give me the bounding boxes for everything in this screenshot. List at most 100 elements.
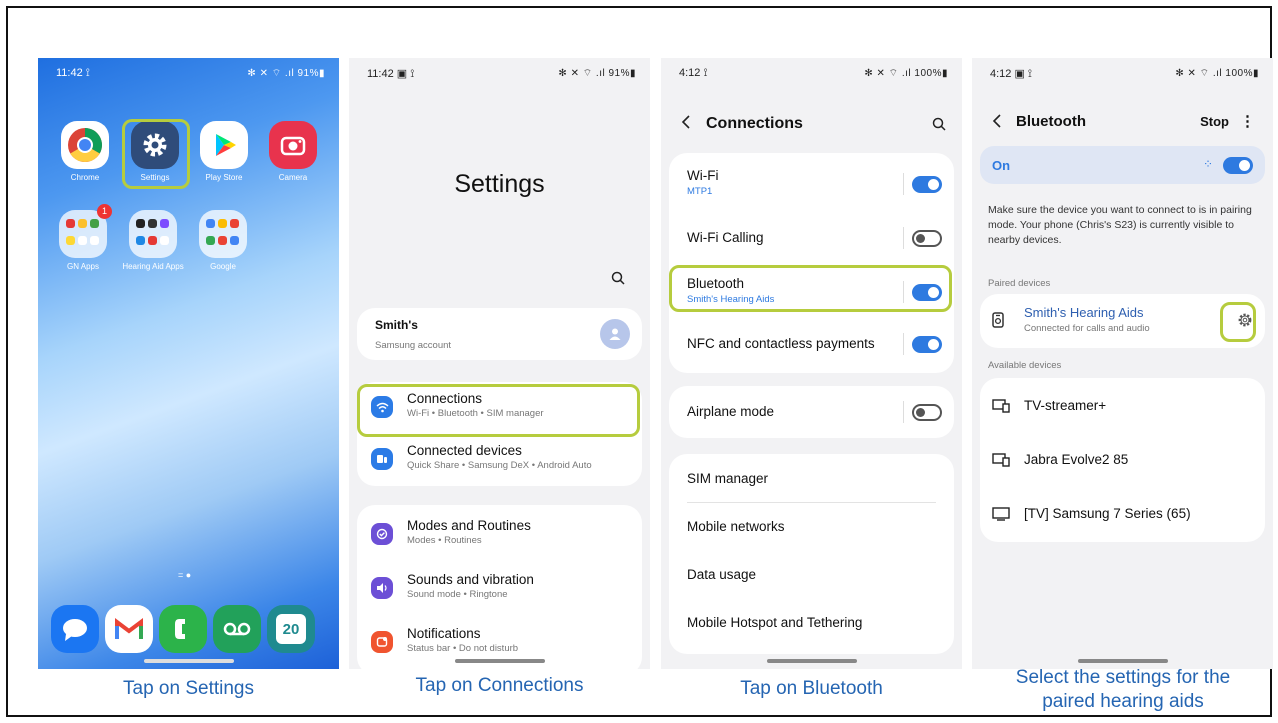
available-devices-header: Available devices: [988, 360, 1062, 371]
row-wifi[interactable]: Wi-Fi MTP1: [669, 159, 954, 209]
calendar-date: 20: [276, 614, 306, 644]
folder-icon: [199, 210, 247, 258]
stop-button[interactable]: Stop: [1200, 114, 1229, 129]
back-icon[interactable]: [992, 113, 1002, 134]
voicemail-icon[interactable]: [213, 605, 261, 653]
row-sim-manager[interactable]: SIM manager: [669, 454, 954, 504]
caption-step-4: Select the settings for the paired heari…: [958, 666, 1278, 714]
row-title: Mobile networks: [687, 519, 785, 534]
connections-group-1: Wi-Fi MTP1 Wi-Fi Calling Bluetooth Smith…: [669, 153, 954, 373]
folder-google[interactable]: Google: [188, 210, 258, 271]
connections-group-2: SIM manager Mobile networks Data usage M…: [669, 454, 954, 654]
row-title: Airplane mode: [687, 404, 775, 419]
home-screen: 11:42 ⟟ ✻ ✕ ⌔ .ıl 91%▮ Chrome Settings P…: [38, 58, 339, 669]
chrome-icon: [61, 121, 109, 169]
account-sub: Samsung account: [375, 340, 452, 351]
row-airplane-mode[interactable]: Airplane mode: [669, 387, 954, 437]
available-device[interactable]: [TV] Samsung 7 Series (65): [980, 488, 1265, 538]
page-title: Bluetooth: [1016, 113, 1086, 130]
phone-icon[interactable]: [159, 605, 207, 653]
available-device[interactable]: TV-streamer+: [980, 380, 1265, 430]
settings-group-modes: Modes and Routines Modes • Routines Sound…: [357, 505, 642, 669]
item-sub: Sound mode • Ringtone: [407, 589, 508, 600]
gmail-icon[interactable]: [105, 605, 153, 653]
search-icon[interactable]: [611, 271, 625, 290]
item-sub: Quick Share • Samsung DeX • Android Auto: [407, 460, 592, 471]
caption-step-3: Tap on Bluetooth: [740, 678, 883, 699]
settings-screen: 11:42 ▣ ⟟ ✻ ✕ ⌔ .ıl 91%▮ Settings Smith'…: [349, 58, 650, 669]
row-title: Wi-Fi Calling: [687, 230, 764, 245]
nav-handle: [1077, 659, 1168, 663]
app-label-play-store: Play Store: [205, 173, 243, 182]
airplane-group: Airplane mode: [669, 386, 954, 438]
status-icons: ✻ ✕ ⌔ .ıl 91%▮: [247, 68, 325, 79]
status-bar: 4:12 ⟟ ✻ ✕ ⌔ .ıl 100%▮: [661, 58, 962, 82]
headset-device-icon: [992, 453, 1010, 472]
search-icon[interactable]: [932, 117, 946, 136]
status-time: 11:42 ▣ ⟟: [367, 68, 415, 80]
calendar-icon[interactable]: 20: [267, 605, 315, 653]
status-icons: ✻ ✕ ⌔ .ıl 100%▮: [1175, 68, 1259, 79]
more-options-icon[interactable]: ⋮: [1240, 112, 1255, 130]
status-icons: ✻ ✕ ⌔ .ıl 91%▮: [558, 68, 636, 79]
caption-step-4-line-1: Select the settings for the: [1015, 667, 1231, 688]
folder-label: Hearing Aid Apps: [122, 262, 184, 271]
status-bar: 11:42 ⟟ ✻ ✕ ⌔ .ıl 91%▮: [38, 58, 339, 82]
available-device[interactable]: Jabra Evolve2 85: [980, 434, 1265, 484]
tutorial-frame: 11:42 ⟟ ✻ ✕ ⌔ .ıl 91%▮ Chrome Settings P…: [6, 6, 1273, 717]
scanning-icon: ⁘: [1202, 157, 1213, 171]
messages-icon[interactable]: [51, 605, 99, 653]
avatar: [600, 319, 630, 349]
back-icon[interactable]: [681, 114, 691, 135]
wifi-network: MTP1: [687, 186, 713, 197]
paired-device-status: Connected for calls and audio: [1024, 323, 1150, 334]
account-name: Smith's: [375, 318, 418, 332]
status-bar: 4:12 ▣ ⟟ ✻ ✕ ⌔ .ıl 100%▮: [972, 58, 1273, 82]
pairing-description: Make sure the device you want to connect…: [988, 204, 1252, 246]
settings-item-connected-devices[interactable]: Connected devices Quick Share • Samsung D…: [357, 434, 642, 484]
paired-devices-header: Paired devices: [988, 278, 1051, 289]
airplane-toggle[interactable]: [912, 404, 942, 421]
status-time: 4:12 ⟟: [679, 67, 708, 79]
caption-step-2: Tap on Connections: [415, 675, 584, 696]
app-play-store[interactable]: Play Store: [191, 121, 257, 182]
caption-step-4-line-2: paired hearing aids: [1042, 691, 1204, 712]
settings-item-modes-routines[interactable]: Modes and Routines Modes • Routines: [357, 509, 642, 559]
devices-icon: [371, 448, 393, 470]
wifi-calling-toggle[interactable]: [912, 230, 942, 247]
folder-icon: [129, 210, 177, 258]
device-name: [TV] Samsung 7 Series (65): [1024, 506, 1191, 521]
gear-highlight: [1220, 302, 1256, 342]
row-title: SIM manager: [687, 471, 769, 486]
row-wifi-calling[interactable]: Wi-Fi Calling: [669, 213, 954, 263]
item-sub: Status bar • Do not disturb: [407, 643, 519, 654]
row-mobile-networks[interactable]: Mobile networks: [669, 502, 954, 552]
row-data-usage[interactable]: Data usage: [669, 550, 954, 600]
bluetooth-screen: 4:12 ▣ ⟟ ✻ ✕ ⌔ .ıl 100%▮ Bluetooth Stop …: [972, 58, 1273, 669]
nfc-toggle[interactable]: [912, 336, 942, 353]
wifi-toggle[interactable]: [912, 176, 942, 193]
row-nfc[interactable]: NFC and contactless payments: [669, 319, 954, 369]
account-card[interactable]: Smith's Samsung account: [357, 308, 642, 360]
app-camera[interactable]: Camera: [260, 121, 326, 182]
app-chrome[interactable]: Chrome: [52, 121, 118, 182]
connections-screen: 4:12 ⟟ ✻ ✕ ⌔ .ıl 100%▮ Connections Wi-Fi…: [661, 58, 962, 669]
bluetooth-on-bar[interactable]: On ⁘: [980, 146, 1265, 184]
row-title: NFC and contactless payments: [687, 336, 875, 351]
item-title: Sounds and vibration: [407, 572, 534, 587]
nav-handle: [143, 659, 234, 663]
settings-item-sounds[interactable]: Sounds and vibration Sound mode • Rington…: [357, 563, 642, 613]
play-store-icon: [200, 121, 248, 169]
folder-gn-apps[interactable]: 1 GN Apps: [48, 204, 118, 271]
app-label-camera: Camera: [278, 173, 308, 182]
bluetooth-toggle[interactable]: [1223, 157, 1253, 174]
device-name: TV-streamer+: [1024, 398, 1107, 413]
dock: 20: [51, 605, 315, 653]
folder-label: Google: [210, 262, 236, 271]
camera-icon: [269, 121, 317, 169]
item-title: Modes and Routines: [407, 518, 531, 533]
folder-hearing-aid-apps[interactable]: Hearing Aid Apps: [118, 210, 188, 271]
folder-label: GN Apps: [66, 262, 99, 271]
item-title: Notifications: [407, 626, 481, 641]
row-hotspot[interactable]: Mobile Hotspot and Tethering: [669, 598, 954, 648]
